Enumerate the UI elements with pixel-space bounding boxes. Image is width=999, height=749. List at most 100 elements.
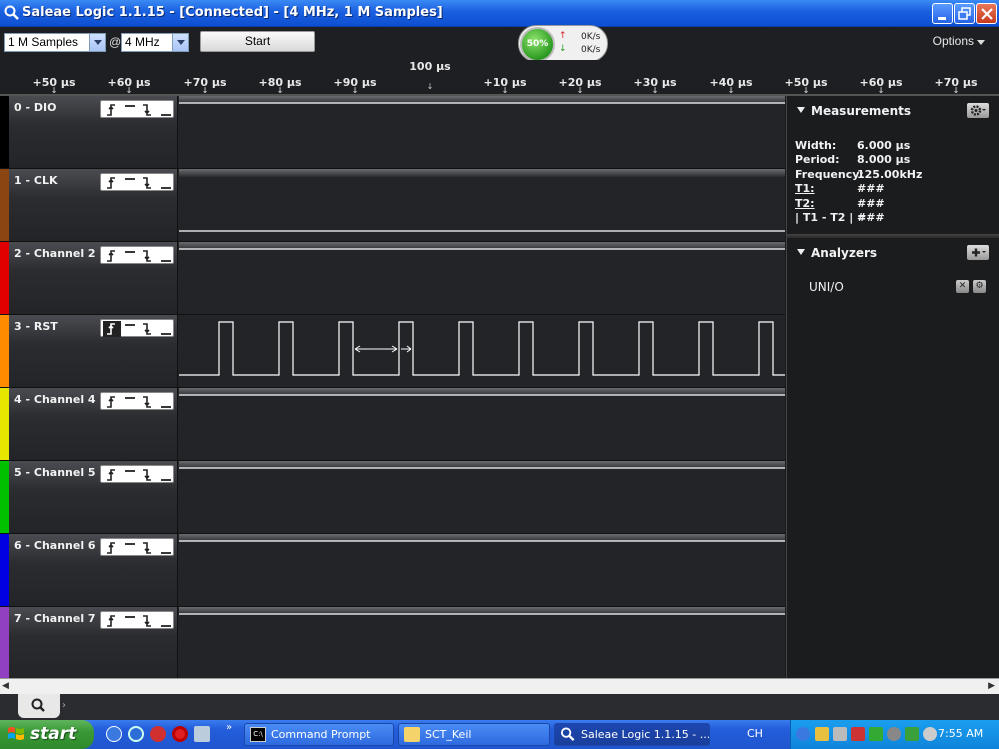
measurement-label: Period: — [795, 153, 840, 166]
trigger-edge-icons — [107, 615, 171, 627]
scroll-left-icon[interactable]: ◀ — [2, 681, 9, 691]
measurements-header[interactable]: Measurements — [797, 104, 911, 118]
network-icon[interactable] — [194, 726, 210, 742]
restore-button[interactable] — [954, 3, 975, 24]
minimize-button[interactable] — [932, 3, 953, 24]
ruler-center-label: 100 µs — [409, 60, 451, 73]
channel-header[interactable]: 4 - Channel 4 — [0, 388, 178, 461]
waveform-area[interactable] — [179, 169, 785, 242]
ruler-tick: +70 µs — [184, 76, 227, 89]
terminal-icon: C:\ — [250, 727, 266, 742]
chrome-icon[interactable] — [150, 726, 166, 742]
trigger-edge-icons — [107, 104, 171, 116]
waveform-area[interactable] — [179, 96, 785, 169]
channel-row: 7 - Channel 7 — [0, 607, 785, 680]
trigger-edge-icons — [107, 177, 171, 189]
channel-name: 3 - RST — [14, 320, 58, 333]
channel-header[interactable]: 7 - Channel 7 — [0, 607, 178, 680]
channel-color — [0, 388, 9, 461]
options-menu[interactable]: Options — [933, 34, 985, 48]
add-analyzer-button[interactable] — [967, 245, 989, 260]
windows-flag-icon — [8, 727, 24, 740]
toolbar: 1 M Samples @ 4 MHz Start Options — [0, 27, 999, 60]
analyzer-item[interactable]: UNI/O — [809, 280, 844, 294]
channel-row: 6 - Channel 6 — [0, 534, 785, 607]
measurements-settings-button[interactable] — [967, 103, 989, 118]
panel-divider[interactable] — [787, 234, 999, 238]
channel-row: 4 - Channel 4 — [0, 388, 785, 461]
channel-header[interactable]: 6 - Channel 6 — [0, 534, 178, 607]
channel-header[interactable]: 5 - Channel 5 — [0, 461, 178, 534]
ie-icon[interactable] — [128, 726, 144, 742]
bottom-tab-bar: › — [0, 694, 999, 720]
channel-header[interactable]: 1 - CLK — [0, 169, 178, 242]
side-panel: Measurements Width: 6.000 µs Period: 8.0… — [786, 96, 999, 678]
chevron-icon[interactable]: » — [226, 722, 232, 733]
app-root: Saleae Logic 1.1.15 - [Connected] - [4 M… — [0, 0, 999, 749]
shield-icon[interactable] — [869, 727, 883, 741]
channel-row: 2 - Channel 2 — [0, 242, 785, 315]
measurement-label[interactable]: T1: — [795, 182, 815, 195]
trigger-buttons[interactable] — [100, 246, 174, 264]
tray-app-icon[interactable] — [905, 727, 919, 741]
rate-select[interactable]: 4 MHz — [121, 33, 189, 52]
language-indicator[interactable]: CH — [747, 727, 763, 740]
waveform-area[interactable] — [179, 607, 785, 680]
measurement-value: 8.000 µs — [857, 153, 911, 166]
waveform-area[interactable] — [179, 388, 785, 461]
task-sct-keil[interactable]: SCT_Keil — [398, 723, 550, 746]
close-button[interactable] — [976, 3, 997, 24]
task-saleae-logic[interactable]: Saleae Logic 1.1.15 - ... — [554, 723, 710, 746]
restore-icon — [958, 7, 971, 20]
channel-name: 4 - Channel 4 — [14, 393, 96, 406]
waveform-area[interactable] — [179, 242, 785, 315]
trigger-buttons[interactable] — [100, 465, 174, 483]
trigger-buttons[interactable] — [100, 538, 174, 556]
time-ruler[interactable]: 100 µs ↓ +50 µs +60 µs +70 µs +80 µs +90… — [0, 60, 999, 96]
trigger-buttons[interactable] — [100, 392, 174, 410]
waveform-signal — [179, 540, 785, 542]
close-icon[interactable]: ✕ — [956, 280, 969, 293]
ruler-tick: +20 µs — [559, 76, 602, 89]
chevron-down-icon[interactable] — [89, 34, 105, 51]
scroll-right-icon[interactable]: ▶ — [988, 681, 995, 691]
trigger-buttons[interactable] — [100, 611, 174, 629]
ruler-center-tick: ↓ — [426, 82, 434, 91]
channel-header[interactable]: 0 - DIO — [0, 96, 178, 169]
trigger-buttons[interactable] — [100, 319, 174, 337]
task-label: SCT_Keil — [425, 728, 472, 741]
volume-icon[interactable] — [923, 727, 937, 741]
samples-select[interactable]: 1 M Samples — [4, 33, 106, 52]
channel-row: 5 - Channel 5 — [0, 461, 785, 534]
waveform-area[interactable] — [179, 534, 785, 607]
task-command-prompt[interactable]: C:\ Command Prompt — [244, 723, 394, 746]
channel-header[interactable]: 3 - RST — [0, 315, 178, 388]
analyzers-header[interactable]: Analyzers — [797, 246, 877, 260]
start-button[interactable]: start — [0, 720, 94, 749]
search-tab[interactable] — [18, 694, 60, 718]
tray-app-icon[interactable] — [887, 727, 901, 741]
arrow-up-icon: ↑ — [559, 31, 567, 41]
antivirus-icon[interactable] — [851, 727, 865, 741]
opera-icon[interactable] — [172, 726, 188, 742]
task-label: Saleae Logic 1.1.15 - ... — [581, 728, 710, 741]
waveform-area[interactable] — [179, 461, 785, 534]
network-icon[interactable] — [833, 727, 847, 741]
trigger-buttons[interactable] — [100, 173, 174, 191]
chevron-down-icon[interactable] — [172, 34, 188, 51]
quicklaunch-icon[interactable] — [106, 726, 122, 742]
horizontal-scrollbar[interactable]: ◀ ▶ — [0, 678, 999, 694]
warning-icon[interactable] — [815, 727, 829, 741]
waveform-area[interactable] — [179, 315, 785, 388]
channel-header[interactable]: 2 - Channel 2 — [0, 242, 178, 315]
tray-expand-icon[interactable] — [796, 727, 810, 741]
trigger-buttons[interactable] — [100, 100, 174, 118]
start-button[interactable]: Start — [200, 31, 315, 52]
waveform-signal — [179, 613, 785, 615]
chevron-right-icon[interactable]: › — [62, 700, 76, 714]
measurement-label[interactable]: T2: — [795, 197, 815, 210]
gear-icon[interactable]: ⚙ — [973, 280, 986, 293]
measurement-value: 125.00kHz — [857, 168, 923, 181]
clock[interactable]: 7:55 AM — [938, 727, 983, 740]
rate-value: 4 MHz — [125, 35, 160, 49]
